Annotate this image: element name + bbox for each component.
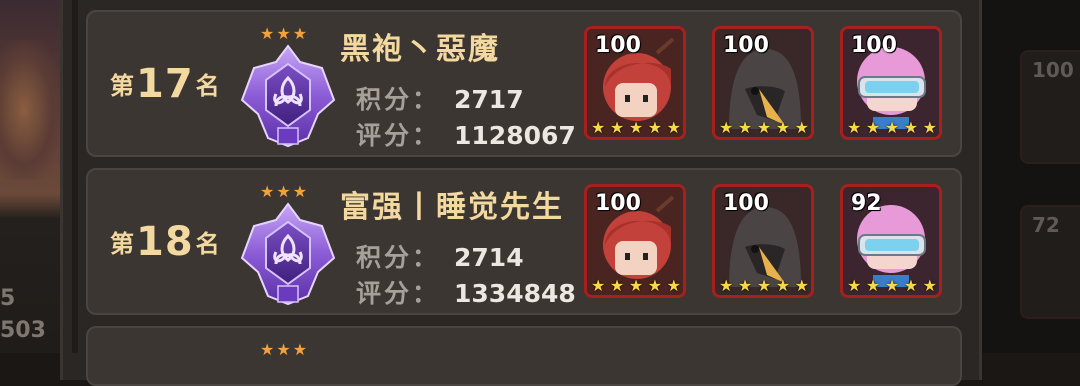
hero-stars: ★ ★ ★ ★ ★ xyxy=(591,118,681,137)
purple-rank-emblem-icon xyxy=(238,200,338,308)
scrollbar[interactable] xyxy=(72,0,78,353)
hero-stars: ★ ★ ★ ★ ★ xyxy=(591,276,681,295)
leaderboard-row-partial[interactable]: ★ ★ ★ xyxy=(86,326,962,386)
hero-stars: ★ ★ ★ ★ ★ xyxy=(719,118,809,137)
player-name[interactable]: 黑袍丶惡魔 xyxy=(340,24,500,68)
rank-number: 17 xyxy=(136,60,194,107)
hero-level: 100 xyxy=(851,33,897,58)
hero-level: 100 xyxy=(723,191,769,216)
rating-stat: 评分： 1128067 xyxy=(356,121,576,150)
rank-stars: ★ ★ ★ xyxy=(260,182,308,201)
hero-card[interactable]: 100 ★ ★ ★ ★ ★ xyxy=(584,26,686,140)
background-number: 503 xyxy=(0,318,46,343)
hero-level: 92 xyxy=(851,191,882,216)
score-stat: 积分： 2717 xyxy=(356,85,524,114)
partial-hero-card: 100 xyxy=(1020,50,1080,164)
leaderboard-row[interactable]: 第 17 名 ★ ★ ★ 黑袍丶惡魔 积分： 2717 评分： 1128067 100 … xyxy=(86,10,962,157)
leaderboard-row[interactable]: 第 18 名 ★ ★ ★ 富强丨睡觉先生 积分： 2714 评分： 1334848 10… xyxy=(86,168,962,315)
hero-level: 100 xyxy=(723,33,769,58)
background-number: 5 xyxy=(0,286,16,311)
rank-label: 第 18 名 xyxy=(110,218,220,265)
score-stat: 积分： 2714 xyxy=(356,243,524,272)
hero-stars: ★ ★ ★ ★ ★ xyxy=(847,118,937,137)
right-partial-column: 100 72 xyxy=(982,0,1080,353)
rating-stat: 评分： 1334848 xyxy=(356,279,576,308)
hero-level: 100 xyxy=(595,33,641,58)
hero-card[interactable]: 100 ★ ★ ★ ★ ★ xyxy=(712,26,814,140)
rank-label: 第 17 名 xyxy=(110,60,220,107)
purple-rank-emblem-icon xyxy=(238,42,338,150)
player-name[interactable]: 富强丨睡觉先生 xyxy=(340,182,564,226)
hero-card[interactable]: 100 ★ ★ ★ ★ ★ xyxy=(712,184,814,298)
hero-level: 100 xyxy=(595,191,641,216)
rank-number: 18 xyxy=(136,218,194,265)
partial-hero-card: 72 xyxy=(1020,205,1080,319)
hero-stars: ★ ★ ★ ★ ★ xyxy=(719,276,809,295)
hero-stars: ★ ★ ★ ★ ★ xyxy=(847,276,937,295)
rank-stars: ★ ★ ★ xyxy=(260,24,308,43)
rank-stars: ★ ★ ★ xyxy=(260,340,308,359)
hero-card[interactable]: 92 ★ ★ ★ ★ ★ xyxy=(840,184,942,298)
hero-card[interactable]: 100 ★ ★ ★ ★ ★ xyxy=(584,184,686,298)
hero-card[interactable]: 100 ★ ★ ★ ★ ★ xyxy=(840,26,942,140)
